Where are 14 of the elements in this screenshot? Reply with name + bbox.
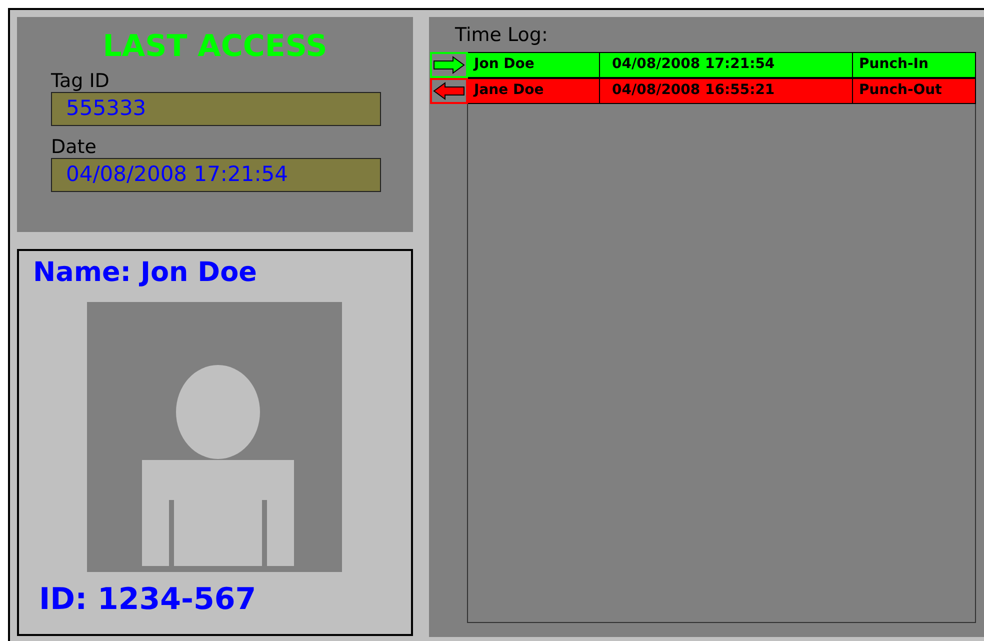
table-cell: Jon Doe (468, 52, 600, 78)
person-name: Name: Jon Doe (33, 257, 258, 288)
person-id: ID: 1234-567 (39, 582, 258, 617)
table-cell: Punch-Out (853, 78, 976, 104)
field-label: Tag ID (51, 70, 110, 92)
field-label: Date (51, 136, 98, 158)
value-field: 04/08/2008 17:21:54 (51, 158, 381, 192)
value-field: 555333 (51, 92, 381, 126)
table-cell: Punch-In (853, 52, 976, 78)
table-cell: 04/08/2008 17:21:54 (600, 52, 853, 78)
table-cell: Jane Doe (468, 78, 600, 104)
panel-title: LAST ACCESS (102, 29, 328, 64)
log-title: Time Log: (454, 24, 549, 48)
table-cell: 04/08/2008 16:55:21 (600, 78, 853, 104)
